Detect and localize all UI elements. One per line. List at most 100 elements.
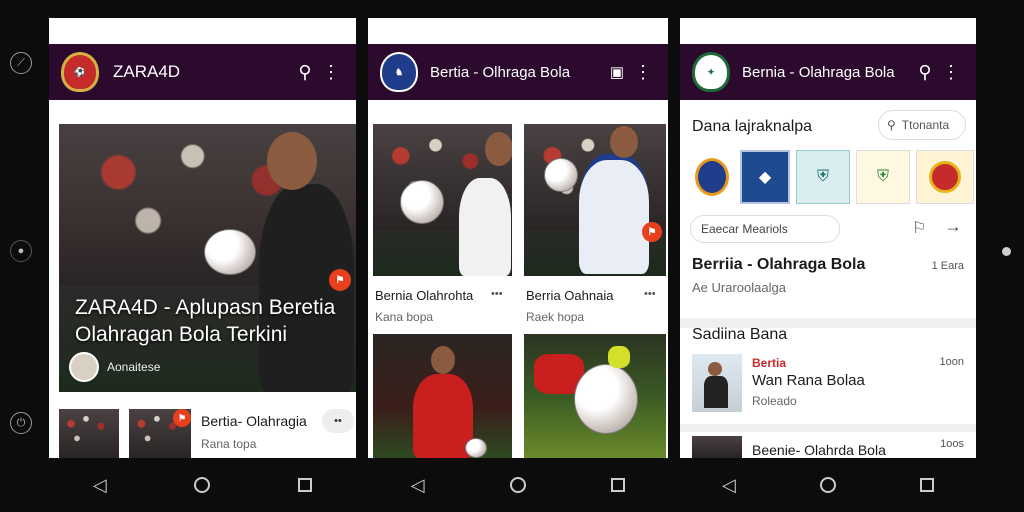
player-head [610,126,638,158]
status-time: 1:13 [686,26,710,40]
app-bar: ✦ Bernia - Olahraga Bola ⚲ ⋮ [680,44,976,100]
club-logo-icon[interactable]: ⚽ [61,52,99,92]
club-logo-icon[interactable]: ⛨ [796,150,850,204]
camera-icon: ● [10,240,32,262]
status-time: 1:13 [374,26,398,40]
news-card-4[interactable] [524,334,666,458]
battery-icon [611,27,619,39]
arrow-right-icon[interactable]: → [944,216,962,237]
app-bar: ♞ Bertia - Olhraga Bola ▣ ⋮ [368,44,668,100]
status-icons: 1:29 [900,26,955,40]
list-item-subtitle: Roleado [752,394,797,408]
device-frame: ⟋ ● ⏻ ⚽ ZARA4D ⚲ ⋮ ⚑ ZARA4D - Aplupasn B… [0,0,1024,512]
player-figure [579,154,649,274]
hero-card[interactable]: ⚑ ZARA4D - Aplupasn Beretia Olahragan Bo… [59,124,356,392]
club-logo-icon[interactable] [690,150,734,204]
home-icon[interactable] [819,477,836,493]
back-icon[interactable]: ◁ [93,475,107,496]
nav-bar-3: ◁ [680,458,976,512]
avatar[interactable] [69,352,99,382]
featured-item[interactable]: Berriia - Olahraga Bola Ae Uraroolaalga … [680,250,976,310]
status-time: 1:13 [58,26,82,40]
more-vert-icon[interactable]: ⋮ [938,59,964,85]
card-menu-icon[interactable]: ••• [491,288,503,300]
card-photo [373,124,512,276]
card-title: Berria Oahnaia [526,288,614,303]
hero-author: Aonaitese [107,360,161,374]
club-logo-row: ◆ ⛨ ⛨ [690,150,974,204]
battery-icon [919,27,927,39]
list-item[interactable]: Bertia Wan Rana Bolaa Roleado 1oon [680,352,976,422]
football-icon [204,229,256,275]
card-menu-icon[interactable]: ••• [644,288,656,300]
football-icon [544,158,578,192]
club-logo-icon[interactable]: ◆ [740,150,790,204]
search-icon[interactable]: ⚲ [292,59,318,85]
list-item[interactable]: ⚑ Bertia- Olahragia Rana topa •• [59,409,356,458]
home-icon[interactable] [194,477,211,493]
more-button[interactable]: •• [322,409,354,433]
status-right-time: 1:29 [932,26,956,40]
more-vert-icon[interactable]: ⋮ [630,59,656,85]
list-item-tag: Bertia [752,356,787,370]
hero-title-line1: ZARA4D - Aplupasn Beretia [75,296,336,319]
section-title: Dana lajraknalpa [692,118,813,135]
card-subtitle: Kana bopa [375,310,434,324]
list-item-title: Beenie- Olahrda Bola [752,442,886,458]
wifi-icon [280,28,294,38]
sensor-dot [1002,247,1011,256]
club-logo-icon[interactable] [916,150,974,204]
screen-3: ✦ Bernia - Olahraga Bola ⚲ ⋮ Dana lajrak… [680,18,976,458]
bus-icon[interactable]: ▣ [604,59,630,85]
hero-title-line2: Olahragan Bola Terkini [75,323,288,346]
player-head [431,346,455,374]
search-placeholder: Ttonanta [901,118,950,132]
app-title: ZARA4D [113,62,181,81]
power-icon[interactable]: ⏻ [10,412,32,434]
club-logo-icon[interactable]: ⛨ [856,150,910,204]
news-card-3[interactable] [373,334,512,458]
home-icon[interactable] [509,477,526,493]
status-right-time: 2:39 [312,26,336,40]
live-badge-icon: ⚑ [329,269,351,291]
more-vert-icon[interactable]: ⋮ [318,59,344,85]
news-card-2[interactable]: ⚑ Berria Oahnaia ••• Raek hopa [524,124,666,340]
news-card-1[interactable]: Bernia Olahrohta ••• Kana bopa [373,124,512,340]
battery-icon [299,27,307,39]
list-item[interactable]: Beenie- Olahrda Bola 1oos [680,432,976,458]
player-head [485,132,512,166]
screen-1: ⚽ ZARA4D ⚲ ⋮ ⚑ ZARA4D - Aplupasn Beretia… [49,18,356,458]
app-bar: ⚽ ZARA4D ⚲ ⋮ [49,44,356,100]
recents-icon[interactable] [298,478,313,492]
status-icons: 2:39 [280,26,335,40]
divider [680,424,976,432]
player-head [267,132,317,190]
list-item-meta: 1oon [939,356,964,368]
section-title-2: Sadiina Bana [692,326,788,343]
compass-icon[interactable]: ⟋ [10,52,32,74]
filter-chip[interactable]: Eaecar Meariols [690,215,840,243]
player-figure [459,178,511,276]
recents-icon[interactable] [611,478,626,492]
search-box[interactable]: ⚲ Ttonanta [878,110,966,140]
list-item-title: Bertia- Olahragia [201,413,307,429]
back-icon[interactable]: ◁ [411,475,425,496]
live-badge-icon: ⚑ [642,222,662,242]
club-logo-icon[interactable]: ♞ [380,52,418,92]
club-logo-icon[interactable]: ✦ [692,52,730,92]
status-right-time: 7:23 [624,26,648,40]
list-thumbnail [692,354,742,412]
list-item-subtitle: Rana topa [201,437,257,451]
list-item-title: Wan Rana Bolaa [752,372,865,389]
list-thumbnail [692,436,742,458]
bookmark-icon[interactable]: ⚐ [912,218,926,238]
search-icon[interactable]: ⚲ [912,59,938,85]
search-icon: ⚲ [887,118,896,132]
back-icon[interactable]: ◁ [722,475,736,496]
hero-title: ZARA4D - Aplupasn Beretia Olahragan Bola… [75,294,335,348]
wifi-icon [592,28,606,38]
recents-icon[interactable] [919,478,934,492]
card-subtitle: Raek hopa [526,310,585,324]
wifi-icon [900,28,914,38]
football-icon [574,364,638,434]
